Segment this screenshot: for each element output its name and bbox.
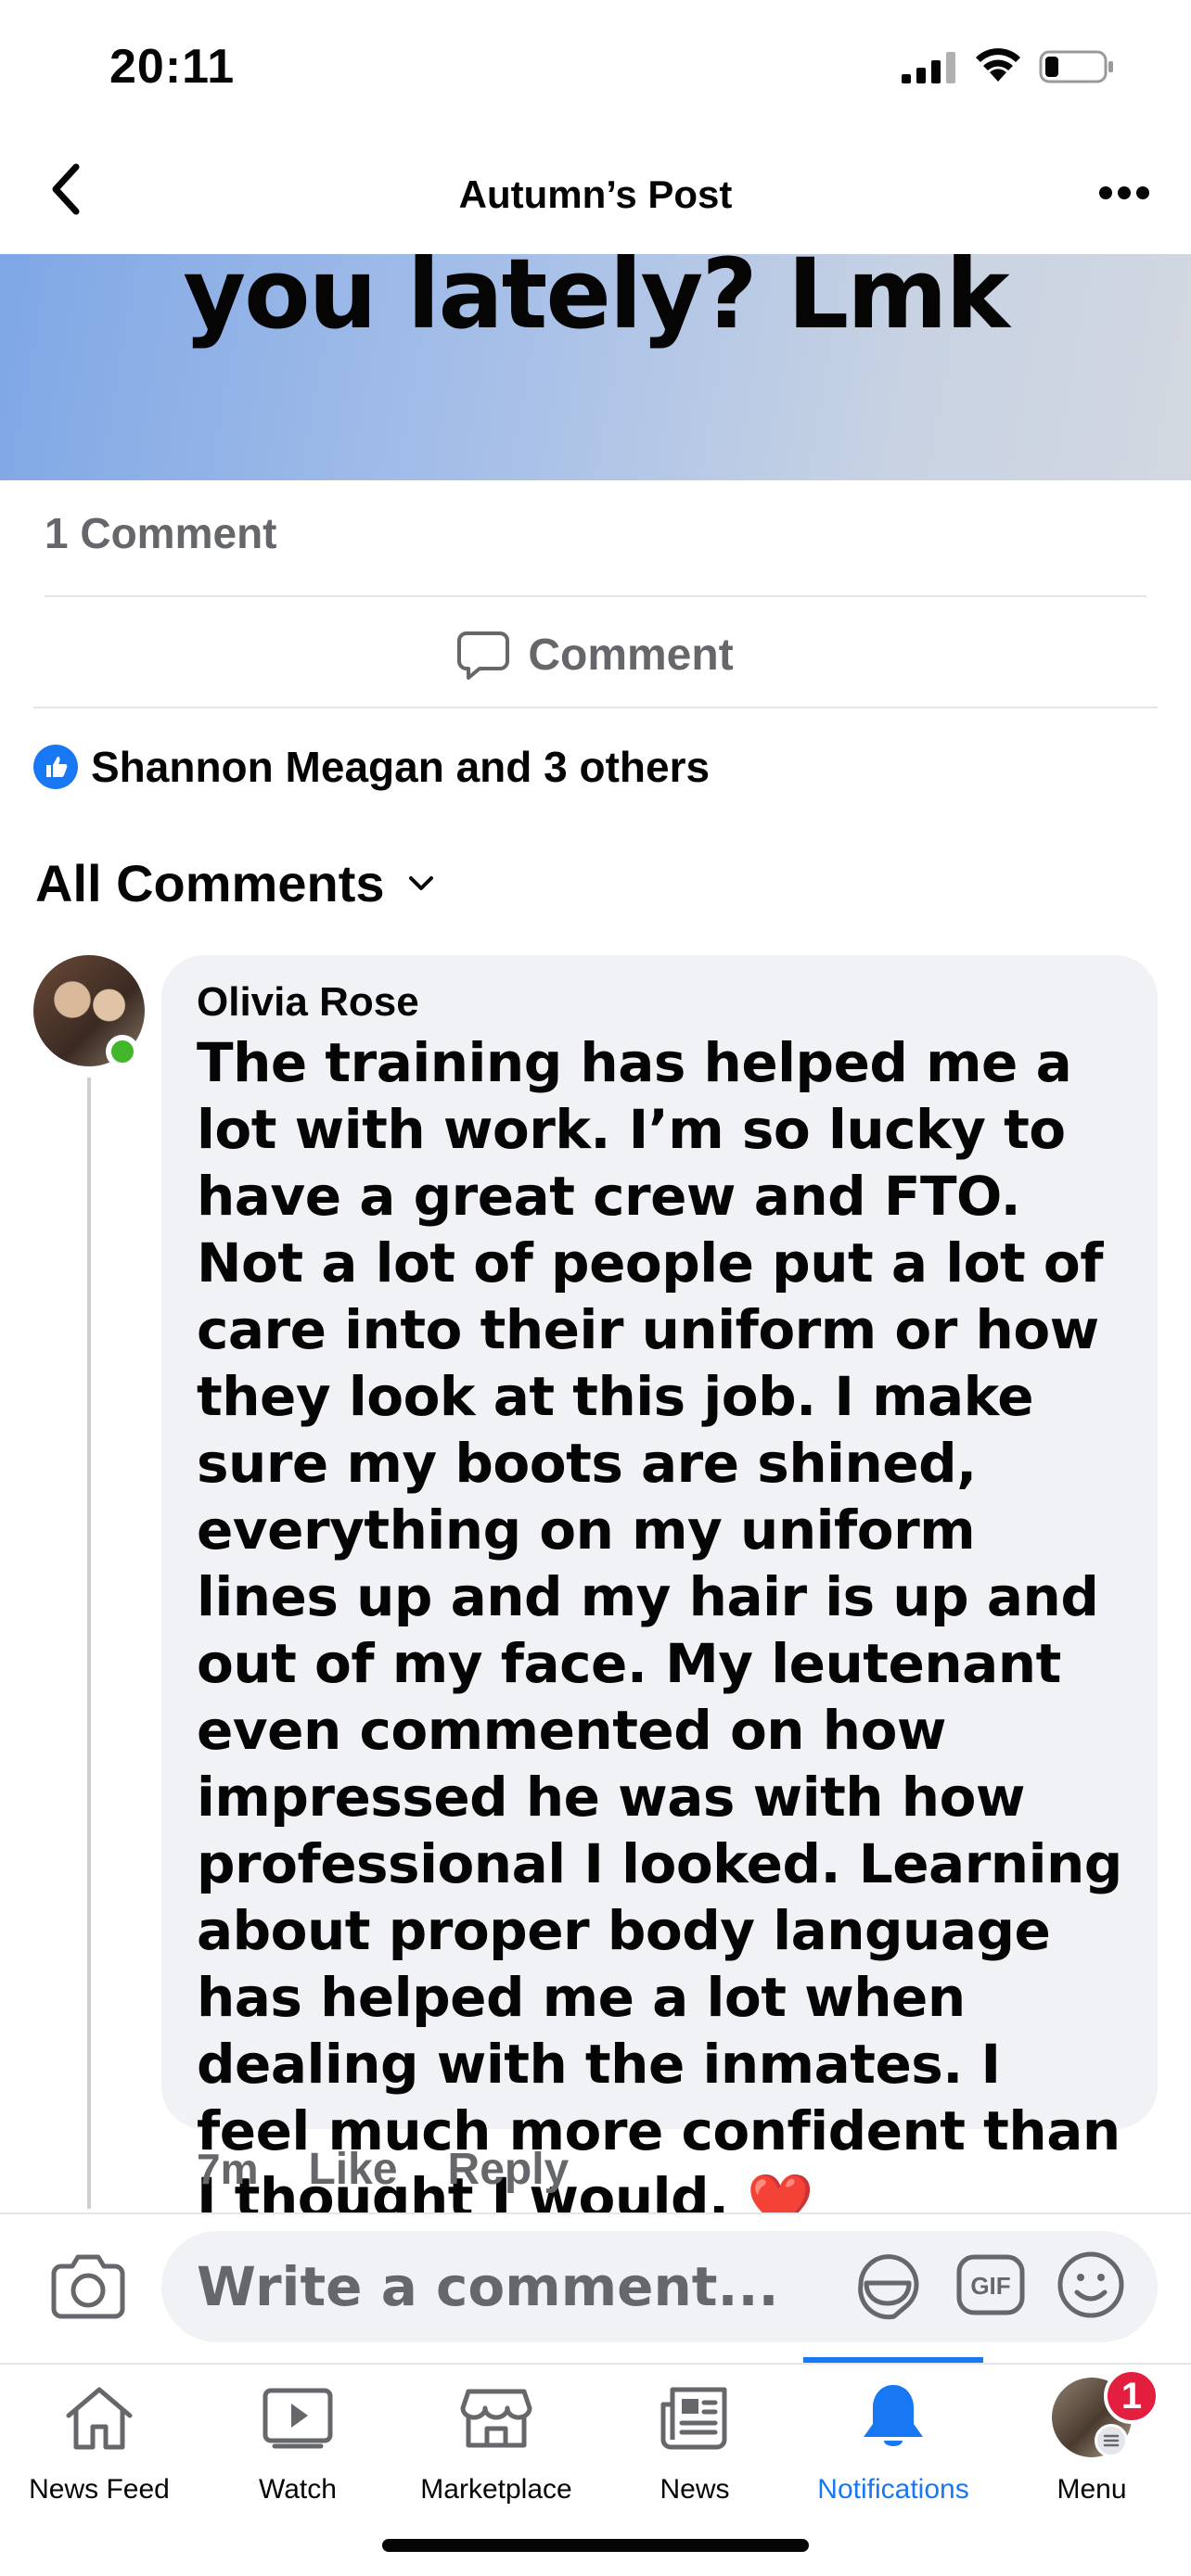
watch-icon [256,2376,339,2459]
tab-news-feed[interactable]: News Feed [0,2376,198,2515]
comment-meta: 7m Like Reply [197,2144,569,2195]
tab-label: Notifications [817,2474,969,2505]
reactions-summary[interactable]: Shannon Meagan and 3 others [33,742,710,792]
tab-menu[interactable]: Menu [992,2376,1191,2515]
comments-filter-dropdown[interactable]: All Comments [35,853,435,913]
emoji-icon[interactable] [1056,2250,1126,2320]
tab-watch[interactable]: Watch [198,2376,397,2515]
page-title: Autumn’s Post [458,172,733,216]
comment-button-label: Comment [528,630,734,680]
tab-label: News Feed [29,2474,170,2505]
reactions-text: Shannon Meagan and 3 others [91,743,711,791]
more-icon [1099,186,1149,199]
post-image[interactable]: you lately? Lmk [0,254,1191,480]
comment-button[interactable]: Comment [0,619,1191,690]
comment-bubble[interactable]: Olivia Rose The training has helped me a… [161,955,1158,2233]
comment-body: The training has helped me a lot with wo… [197,1029,1122,2235]
comment-text: The training has helped me a lot with wo… [197,1031,1122,2229]
marketplace-icon [455,2376,538,2459]
divider [45,595,1146,597]
active-tab-indicator [803,2357,983,2363]
tab-news[interactable]: News [596,2376,794,2515]
wifi-icon [976,48,1020,82]
cellular-signal-icon [902,52,955,83]
home-indicator [382,2539,809,2552]
chevron-down-icon [408,875,433,890]
post-image-text: you lately? Lmk [183,254,1009,351]
tab-label: Menu [1057,2474,1127,2505]
tab-marketplace[interactable]: Marketplace [397,2376,596,2515]
divider [33,707,1158,708]
notification-badge: 1 [1104,2368,1159,2424]
like-reaction-icon [33,745,78,789]
comment-timestamp[interactable]: 7m [197,2144,258,2194]
comment-author[interactable]: Olivia Rose [197,979,1122,1026]
sticker-icon[interactable] [852,2248,924,2322]
online-status-dot [106,1035,139,1068]
comment-input[interactable] [197,2255,827,2318]
thread-line [87,1078,91,2209]
home-icon [58,2376,141,2459]
battery-icon [1039,50,1113,83]
comment-count[interactable]: 1 Comment [45,508,276,558]
svg-text:GIF: GIF [970,2272,1010,2300]
more-options-button[interactable] [1095,167,1154,219]
news-icon [653,2376,736,2459]
tab-label: Marketplace [420,2474,572,2505]
status-time: 20:11 [109,40,236,94]
comments-filter-label: All Comments [35,854,385,912]
speech-bubble-icon [457,631,510,680]
tab-notifications[interactable]: Notifications [794,2376,992,2515]
like-comment-button[interactable]: Like [308,2144,397,2195]
tab-label: News [660,2474,730,2505]
camera-icon[interactable] [48,2248,128,2322]
tab-label: Watch [259,2474,337,2505]
reply-button[interactable]: Reply [448,2144,570,2195]
bell-icon [852,2376,935,2459]
hamburger-icon [1095,2424,1128,2457]
gif-icon[interactable]: GIF [955,2251,1026,2318]
